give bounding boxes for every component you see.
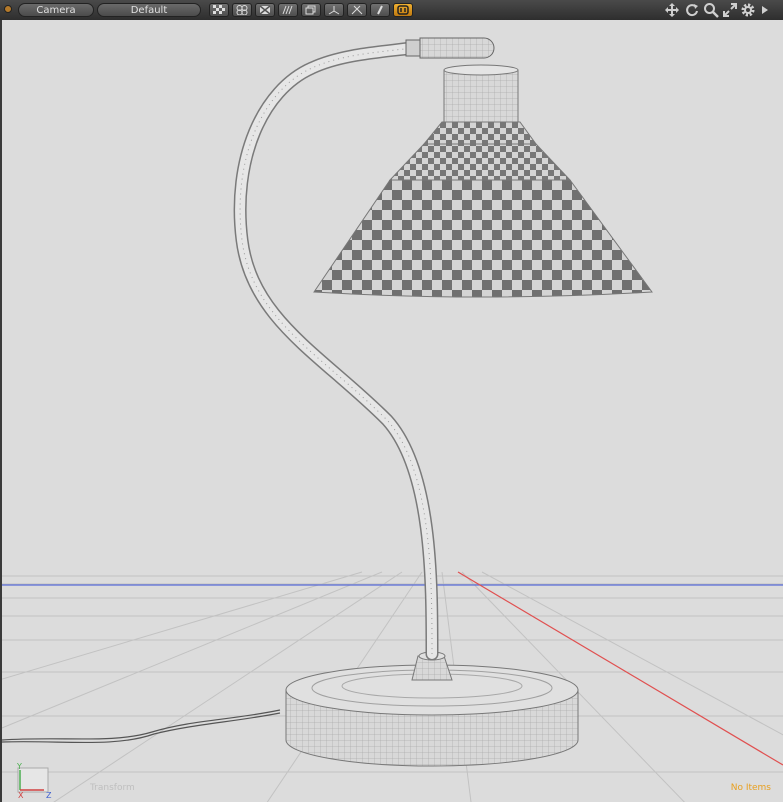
camera-dropdown[interactable]: Camera <box>18 3 94 17</box>
settings-icon[interactable] <box>740 2 756 18</box>
spheres-view-button[interactable] <box>232 3 252 17</box>
rotate-view-icon[interactable] <box>684 2 700 18</box>
lamp-joint <box>405 37 495 59</box>
shading-dropdown[interactable]: Default <box>97 3 201 17</box>
joint-view-button[interactable] <box>347 3 367 17</box>
selection-status-label: No Items <box>730 783 771 793</box>
x-wire-icon <box>259 5 271 15</box>
axis-label-x: X <box>18 791 24 798</box>
lamp-shade <box>313 121 653 298</box>
stripes-icon <box>282 5 293 15</box>
lamp-base <box>285 651 579 767</box>
layers-icon <box>305 5 316 15</box>
viewport-menu-button[interactable] <box>4 5 12 13</box>
lamp-arm <box>233 41 439 661</box>
axis-gizmo: Y X Z <box>16 762 52 798</box>
layers-view-button[interactable] <box>301 3 321 17</box>
link-view-button[interactable] <box>370 3 390 17</box>
wire-view-button[interactable] <box>255 3 275 17</box>
texture-icon <box>397 5 409 15</box>
stripes-view-button[interactable] <box>278 3 298 17</box>
axis-label-z: Z <box>46 791 52 798</box>
modeler-app: Camera Default Y X Z Transform No Items <box>0 0 783 802</box>
move-view-icon[interactable] <box>664 2 680 18</box>
zoom-view-icon[interactable] <box>703 2 719 18</box>
joint-icon <box>351 5 363 15</box>
spheres-icon <box>236 5 248 15</box>
axis-label-y: Y <box>16 762 22 771</box>
texture-view-button[interactable] <box>393 3 413 17</box>
viewport-toolbar: Camera Default <box>0 0 783 21</box>
power-cord <box>2 709 281 744</box>
play-icon[interactable] <box>760 2 770 18</box>
fit-view-icon[interactable] <box>722 2 738 18</box>
link-icon <box>377 5 383 15</box>
3d-viewport[interactable]: Y X Z Transform No Items <box>0 20 783 802</box>
checker-icon <box>213 5 225 14</box>
active-tool-label: Transform <box>90 783 135 793</box>
viewport-scene <box>2 37 783 802</box>
checker-view-button[interactable] <box>209 3 229 17</box>
shade-neck <box>443 64 519 123</box>
axis-view-button[interactable] <box>324 3 344 17</box>
axis-icon <box>328 6 340 15</box>
